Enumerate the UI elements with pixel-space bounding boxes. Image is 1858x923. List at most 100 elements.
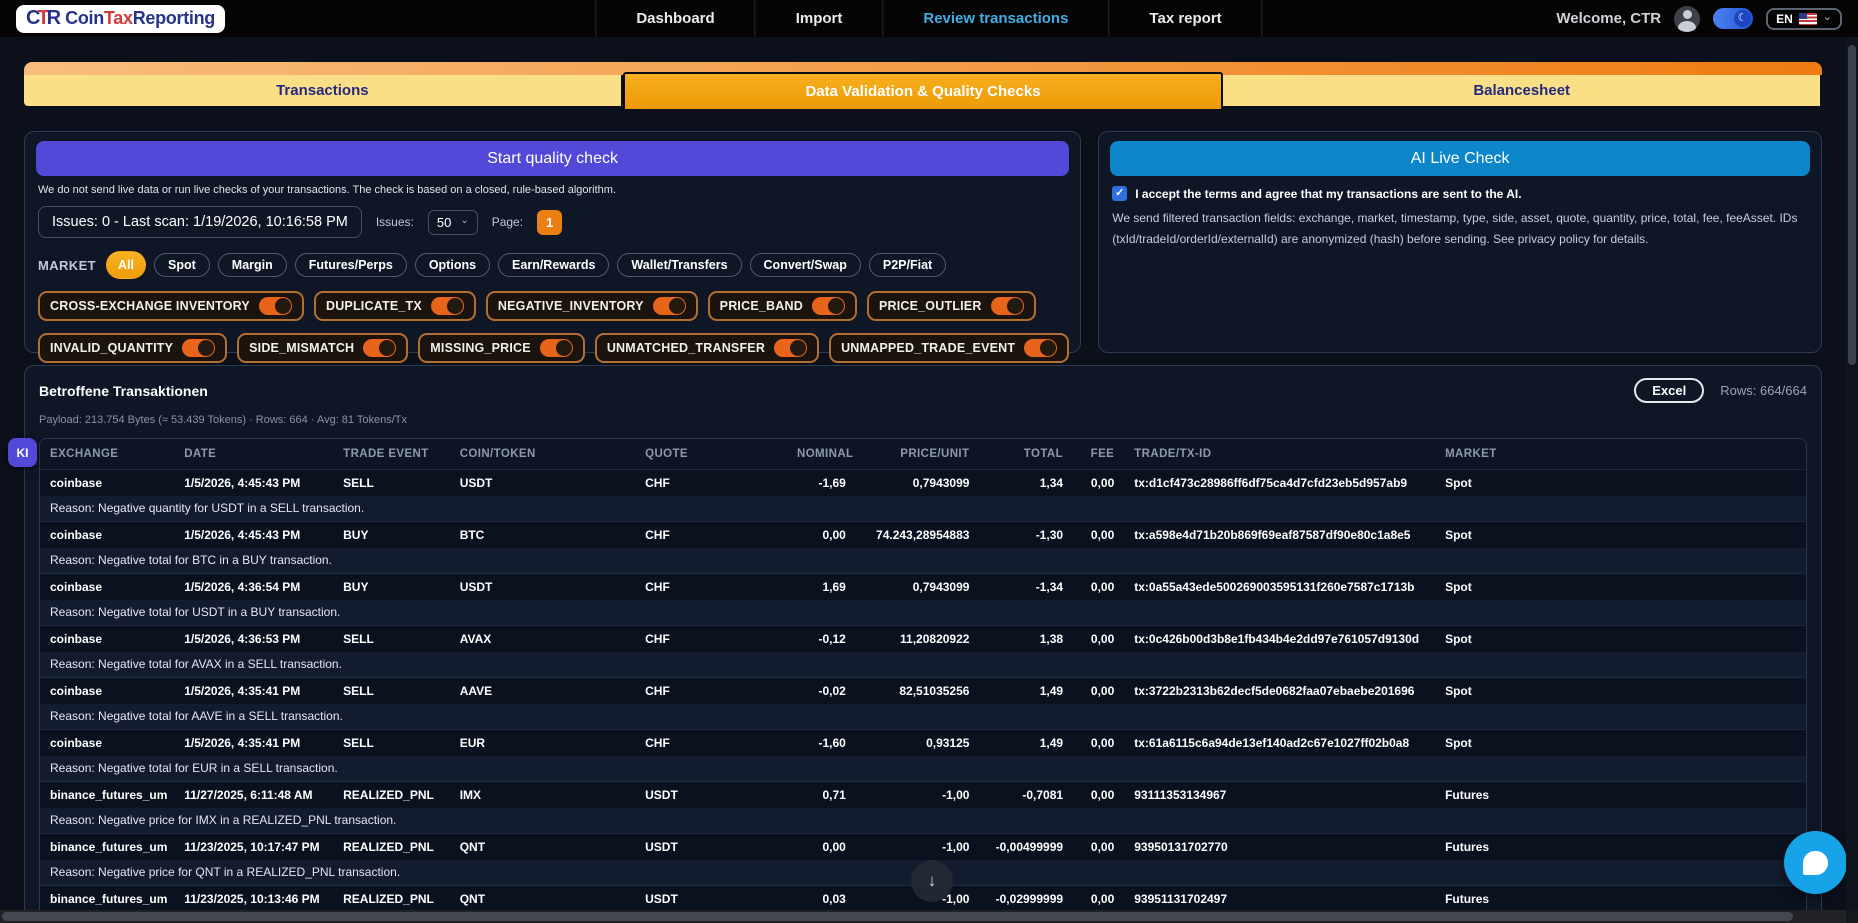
check-toggle-chip[interactable]: INVALID_QUANTITY	[38, 333, 227, 363]
reason-text: Reason: Negative total for AAVE in a SEL…	[40, 704, 1806, 730]
nav-item[interactable]: Dashboard	[595, 0, 754, 37]
cell-trade-event: REALIZED_PNL	[333, 834, 450, 861]
toggle-on-switch[interactable]	[431, 297, 464, 315]
transaction-row[interactable]: coinbase 1/5/2026, 4:45:43 PM BUY BTC CH…	[40, 522, 1806, 549]
market-filter-pill[interactable]: All	[106, 251, 146, 279]
cell-market: Spot	[1435, 678, 1806, 705]
section-tab[interactable]: Data Validation & Quality Checks	[623, 72, 1224, 109]
issues-per-page-select[interactable]: 50 ⌄	[428, 210, 478, 235]
market-filter-pill[interactable]: Wallet/Transfers	[617, 253, 741, 277]
issues-per-page-value: 50	[437, 215, 451, 230]
chat-widget-button[interactable]	[1784, 831, 1847, 894]
consent-checkbox[interactable]: ✓	[1112, 186, 1127, 201]
cell-fee: 0,00	[1073, 678, 1124, 705]
cell-price-unit: -1,00	[856, 782, 980, 809]
cell-exchange: coinbase	[40, 574, 174, 601]
cell-fee: 0,00	[1073, 626, 1124, 653]
check-toggle-chip[interactable]: UNMATCHED_TRANSFER	[595, 333, 819, 363]
check-toggle-chip[interactable]: CROSS-EXCHANGE INVENTORY	[38, 291, 304, 321]
market-filter-pill[interactable]: Margin	[218, 253, 287, 277]
logo-mark-c: C	[26, 7, 37, 30]
check-toggle-chip[interactable]: PRICE_BAND	[708, 291, 857, 321]
cell-trade-event: SELL	[333, 626, 450, 653]
toggle-on-switch[interactable]	[259, 297, 292, 315]
check-toggle-chip[interactable]: UNMAPPED_TRADE_EVENT	[829, 333, 1069, 363]
toggle-on-switch[interactable]	[182, 339, 215, 357]
user-avatar[interactable]	[1674, 6, 1700, 32]
market-filter-pill[interactable]: Futures/Perps	[295, 253, 407, 277]
cell-price-unit: -1,00	[856, 834, 980, 861]
horizontal-scrollbar-thumb[interactable]	[2, 912, 1793, 921]
vertical-scrollbar-thumb[interactable]	[1848, 45, 1856, 365]
check-toggle-chip[interactable]: PRICE_OUTLIER	[867, 291, 1036, 321]
cell-quote: USDT	[635, 782, 787, 809]
transaction-row[interactable]: coinbase 1/5/2026, 4:45:43 PM SELL USDT …	[40, 470, 1806, 497]
section-tab[interactable]: Balancesheet	[1223, 75, 1822, 106]
toggle-on-switch[interactable]	[653, 297, 686, 315]
cell-quote: USDT	[635, 834, 787, 861]
table-title: Betroffene Transaktionen	[39, 383, 208, 399]
toggle-on-switch[interactable]	[363, 339, 396, 357]
page-number-button[interactable]: 1	[537, 210, 562, 235]
scan-summary-row: Issues: 0 - Last scan: 1/19/2026, 10:16:…	[38, 206, 1069, 238]
nav-item[interactable]: Review transactions	[882, 0, 1108, 37]
cell-date: 1/5/2026, 4:36:54 PM	[174, 574, 333, 601]
section-tab[interactable]: Transactions	[24, 75, 623, 106]
toggle-on-switch[interactable]	[1024, 339, 1057, 357]
toggle-on-switch[interactable]	[991, 297, 1024, 315]
toggle-on-switch[interactable]	[812, 297, 845, 315]
market-filter-pill[interactable]: Spot	[154, 253, 210, 277]
cell-total: 1,49	[979, 678, 1073, 705]
scrollbar-corner	[1846, 910, 1858, 923]
rows-counter: Rows: 664/664	[1720, 383, 1807, 398]
logo-text-reporting: Reporting	[133, 8, 215, 28]
transaction-reason-row: Reason: Negative total for EUR in a SELL…	[40, 756, 1806, 782]
language-selector[interactable]: EN ⌄	[1766, 8, 1842, 30]
transaction-row[interactable]: coinbase 1/5/2026, 4:35:41 PM SELL AAVE …	[40, 678, 1806, 705]
reason-text: Reason: Negative total for EUR in a SELL…	[40, 756, 1806, 782]
ki-assistant-button[interactable]: KI	[8, 438, 37, 467]
start-quality-check-button[interactable]: Start quality check	[36, 141, 1069, 176]
check-toggle-chip[interactable]: SIDE_MISMATCH	[237, 333, 408, 363]
transaction-row[interactable]: coinbase 1/5/2026, 4:36:54 PM BUY USDT C…	[40, 574, 1806, 601]
excel-export-button[interactable]: Excel	[1634, 378, 1704, 403]
transaction-row[interactable]: coinbase 1/5/2026, 4:36:53 PM SELL AVAX …	[40, 626, 1806, 653]
cell-exchange: coinbase	[40, 730, 174, 757]
toggle-on-switch[interactable]	[774, 339, 807, 357]
market-filter-pill[interactable]: P2P/Fiat	[869, 253, 946, 277]
cell-coin-token: QNT	[450, 834, 635, 861]
nav-item[interactable]: Import	[755, 0, 883, 37]
market-filter-pill[interactable]: Convert/Swap	[750, 253, 861, 277]
ai-live-check-button[interactable]: AI Live Check	[1110, 141, 1810, 176]
cell-exchange: coinbase	[40, 678, 174, 705]
col-fee: FEE	[1073, 439, 1124, 470]
market-filter-pill[interactable]: Options	[415, 253, 490, 277]
col-quote: QUOTE	[635, 439, 787, 470]
theme-toggle[interactable]: ☾	[1713, 8, 1753, 29]
app-logo[interactable]: CTR CoinTaxReporting	[16, 5, 225, 33]
main-nav: DashboardImportReview transactionsTax re…	[595, 0, 1262, 37]
cell-price-unit: 0,7943099	[856, 470, 980, 497]
check-toggle-chip[interactable]: MISSING_PRICE	[418, 333, 585, 363]
transaction-row[interactable]: binance_futures_um 11/27/2025, 6:11:48 A…	[40, 782, 1806, 809]
vertical-scrollbar[interactable]	[1846, 37, 1858, 910]
logo-text-tax: Tax	[104, 8, 133, 28]
market-filter-pill[interactable]: Earn/Rewards	[498, 253, 609, 277]
logo-mark-r: R	[47, 7, 58, 30]
transaction-row[interactable]: binance_futures_um 11/23/2025, 10:17:47 …	[40, 834, 1806, 861]
transaction-row[interactable]: coinbase 1/5/2026, 4:35:41 PM SELL EUR C…	[40, 730, 1806, 757]
transaction-reason-row: Reason: Negative quantity for USDT in a …	[40, 496, 1806, 522]
nav-item[interactable]: Tax report	[1108, 0, 1261, 37]
affected-transactions-card: Betroffene Transaktionen Excel Rows: 664…	[24, 365, 1822, 910]
top-navbar: CTR CoinTaxReporting DashboardImportRevi…	[0, 0, 1858, 37]
check-toggle-chip[interactable]: NEGATIVE_INVENTORY	[486, 291, 698, 321]
horizontal-scrollbar[interactable]	[0, 910, 1846, 923]
cell-nominal: -1,69	[787, 470, 856, 497]
scroll-to-bottom-button[interactable]: ↓	[911, 860, 953, 902]
cell-quote: CHF	[635, 626, 787, 653]
cell-date: 1/5/2026, 4:45:43 PM	[174, 522, 333, 549]
cell-trade-tx-id: 93111353134967	[1124, 782, 1435, 809]
welcome-text: Welcome, CTR	[1556, 10, 1661, 27]
check-toggle-chip[interactable]: DUPLICATE_TX	[314, 291, 476, 321]
toggle-on-switch[interactable]	[540, 339, 573, 357]
